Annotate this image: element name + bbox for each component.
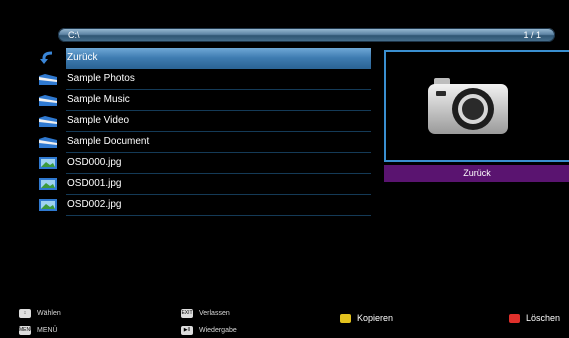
updown-key-icon: ↕ <box>19 308 31 318</box>
list-item-label: OSD002.jpg <box>66 195 371 216</box>
hint-delete[interactable]: Löschen <box>509 313 560 324</box>
hint-label: Verlassen <box>199 310 230 317</box>
folder-icon <box>38 114 58 128</box>
hint-label: Wählen <box>37 310 61 317</box>
menu-key-icon: MENU <box>19 325 34 335</box>
image-file-icon <box>38 156 58 170</box>
list-item-label: Sample Music <box>66 90 371 111</box>
hint-label: Löschen <box>526 313 561 323</box>
list-item-label: OSD001.jpg <box>66 174 371 195</box>
hint-exit[interactable]: EXIT Verlassen <box>181 308 230 319</box>
current-path: C:\ <box>68 30 80 40</box>
hint-label: Kopieren <box>357 313 394 323</box>
list-item-folder[interactable]: Sample Photos <box>34 69 371 90</box>
file-list: Zurück Sample Photos Sample Music Sample… <box>34 48 371 216</box>
list-item-folder[interactable]: Sample Document <box>34 132 371 153</box>
list-item-file[interactable]: OSD002.jpg <box>34 195 371 216</box>
list-item-folder[interactable]: Sample Video <box>34 111 371 132</box>
folder-icon <box>38 135 58 149</box>
preview-pane <box>384 50 569 162</box>
hint-label: MENÜ <box>37 327 58 334</box>
path-bar: C:\ 1 / 1 <box>58 28 555 42</box>
hint-select[interactable]: ↕ Wählen <box>19 308 61 319</box>
list-item-label: Sample Document <box>66 132 371 153</box>
list-item-file[interactable]: OSD001.jpg <box>34 174 371 195</box>
image-file-icon <box>38 177 58 191</box>
folder-icon <box>38 93 58 107</box>
list-item-back[interactable]: Zurück <box>34 48 371 69</box>
image-file-icon <box>38 198 58 212</box>
list-item-label: Sample Video <box>66 111 371 132</box>
hint-copy[interactable]: Kopieren <box>340 313 393 324</box>
list-item-label: OSD000.jpg <box>66 153 371 174</box>
page-indicator: 1 / 1 <box>523 30 541 40</box>
back-arrow-icon <box>38 51 58 65</box>
play-pause-key-icon: ▶II <box>181 325 193 335</box>
camera-icon <box>428 74 508 136</box>
yellow-key-icon <box>340 314 351 324</box>
list-item-file[interactable]: OSD000.jpg <box>34 153 371 174</box>
list-item-label: Sample Photos <box>66 69 371 90</box>
list-item-folder[interactable]: Sample Music <box>34 90 371 111</box>
red-key-icon <box>509 314 520 324</box>
hint-label: Wiedergabe <box>199 327 237 334</box>
folder-icon <box>38 72 58 86</box>
exit-key-icon: EXIT <box>181 308 193 318</box>
hint-play[interactable]: ▶II Wiedergabe <box>181 325 237 336</box>
list-item-label: Zurück <box>66 48 371 69</box>
hint-menu[interactable]: MENU MENÜ <box>19 325 58 336</box>
preview-caption: Zurück <box>384 165 569 182</box>
